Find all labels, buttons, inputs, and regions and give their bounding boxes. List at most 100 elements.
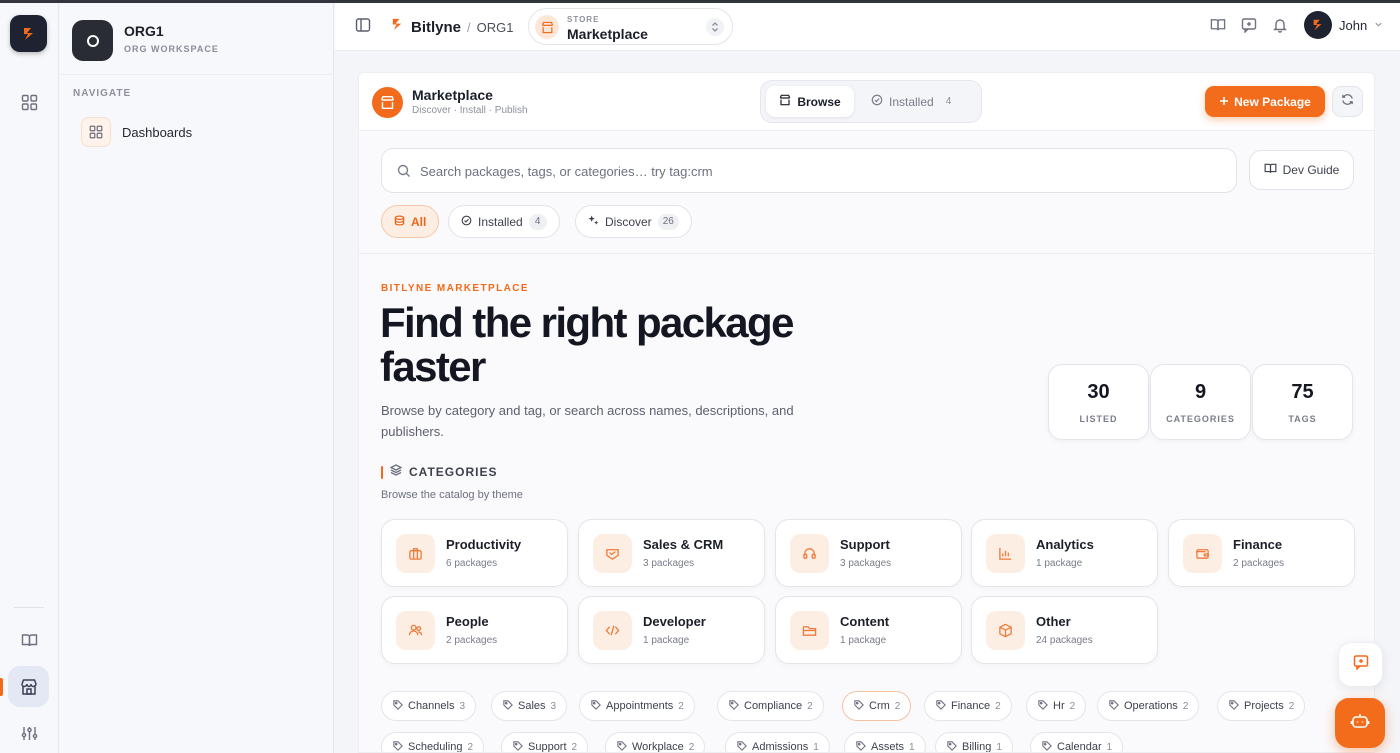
- sliders-icon[interactable]: [16, 720, 42, 746]
- book-icon[interactable]: [16, 627, 42, 653]
- tag-chip-scheduling[interactable]: Scheduling 2: [381, 732, 484, 753]
- hero-title: Find the right package faster: [380, 299, 794, 390]
- category-card-content[interactable]: Content 1 package: [775, 596, 962, 664]
- app-logo-icon[interactable]: [10, 15, 47, 52]
- store-label: STORE: [567, 15, 600, 24]
- icon-rail: [0, 3, 59, 753]
- category-count: 24 packages: [1036, 635, 1093, 646]
- tag-name: Finance: [951, 700, 991, 712]
- sidebar-toggle-icon[interactable]: [355, 17, 371, 38]
- tag-chip-hr[interactable]: Hr 2: [1026, 691, 1087, 721]
- tag-name: Channels: [408, 700, 455, 712]
- box-icon: [986, 611, 1025, 650]
- search-icon: [397, 164, 411, 183]
- tag-chip-support[interactable]: Support 2: [501, 732, 589, 753]
- category-card-analytics[interactable]: Analytics 1 package: [971, 519, 1158, 587]
- tag-chip-workplace[interactable]: Workplace 2: [605, 732, 706, 752]
- refresh-icon: [1341, 93, 1354, 111]
- tab-installed[interactable]: Installed 4: [871, 86, 951, 117]
- check-circle-icon: [871, 94, 883, 109]
- page-title: Marketplace: [412, 87, 493, 103]
- tag-chip-admissions[interactable]: Admissions 1: [725, 732, 830, 752]
- category-card-productivity[interactable]: Productivity 6 packages: [381, 519, 568, 587]
- refresh-button[interactable]: [1332, 86, 1363, 117]
- tag-chip-finance[interactable]: Finance 2: [924, 691, 1012, 721]
- tag-chip-projects[interactable]: Projects 2: [1217, 691, 1306, 721]
- category-card-support[interactable]: Support 3 packages: [775, 519, 962, 587]
- assistant-fab-button[interactable]: [1335, 698, 1385, 748]
- dev-guide-label: Dev Guide: [1282, 163, 1340, 177]
- tag-count: 3: [550, 700, 557, 712]
- sparkle-icon: [588, 214, 599, 229]
- nav-item-label: Dashboards: [122, 124, 193, 140]
- user-name: John: [1339, 17, 1368, 33]
- briefcase-icon: [396, 534, 435, 573]
- dev-guide-button[interactable]: Dev Guide: [1249, 150, 1354, 190]
- feedback-fab-button[interactable]: [1338, 642, 1383, 687]
- filter-chip-discover[interactable]: Discover 26: [575, 205, 692, 238]
- filter-chip-label: Installed: [478, 214, 523, 229]
- tag-icon: [1038, 699, 1048, 713]
- tag-name: Appointments: [606, 700, 674, 712]
- category-name: Developer: [643, 614, 706, 629]
- stat-label: TAGS: [1288, 414, 1317, 424]
- tag-count: 2: [894, 700, 901, 712]
- tag-chip-assets[interactable]: Assets 1: [844, 732, 926, 753]
- store-icon: [372, 87, 403, 118]
- new-package-label: New Package: [1234, 94, 1311, 109]
- category-card-developer[interactable]: Developer 1 package: [578, 596, 765, 664]
- tag-icon: [513, 740, 523, 753]
- headset-icon: [790, 534, 829, 573]
- tab-browse[interactable]: Browse: [766, 86, 854, 117]
- store-icon[interactable]: [8, 666, 49, 707]
- tag-count: 3: [459, 700, 466, 712]
- filter-chip-all[interactable]: All: [381, 205, 440, 238]
- users-icon: [396, 611, 435, 650]
- search-input[interactable]: [420, 159, 1220, 183]
- book-icon: [1264, 162, 1277, 178]
- stat-value: 75: [1291, 381, 1314, 403]
- store-selector[interactable]: STORE Marketplace: [528, 8, 733, 45]
- filter-chip-installed[interactable]: Installed 4: [448, 205, 560, 238]
- category-card-people[interactable]: People 2 packages: [381, 596, 568, 664]
- tag-chip-appointments[interactable]: Appointments 2: [579, 691, 695, 721]
- categories-header: CATEGORIES: [381, 463, 497, 481]
- filter-count-badge: 26: [657, 213, 679, 230]
- category-card-sales-crm[interactable]: Sales & CRM 3 packages: [578, 519, 765, 587]
- tag-chip-channels[interactable]: Channels 3: [381, 691, 477, 721]
- feedback-icon[interactable]: [1241, 17, 1257, 38]
- category-name: Productivity: [446, 537, 522, 552]
- wallet-icon: [1183, 534, 1222, 573]
- tag-icon: [856, 740, 866, 753]
- breadcrumb-org[interactable]: ORG1: [477, 20, 514, 35]
- org-avatar[interactable]: [72, 20, 113, 61]
- tag-name: Billing: [962, 741, 992, 753]
- category-card-other[interactable]: Other 24 packages: [971, 596, 1158, 664]
- tag-chip-crm[interactable]: Crm 2: [842, 691, 912, 721]
- tag-name: Scheduling: [408, 741, 463, 753]
- tag-icon: [729, 699, 739, 713]
- tag-chip-compliance[interactable]: Compliance 2: [717, 691, 824, 721]
- breadcrumb: Bitlyne / ORG1: [390, 17, 513, 37]
- docs-book-icon[interactable]: [1210, 17, 1226, 38]
- category-name: Analytics: [1036, 537, 1094, 552]
- grid-icon[interactable]: [16, 89, 42, 115]
- category-card-finance[interactable]: Finance 2 packages: [1168, 519, 1355, 587]
- tag-chip-operations[interactable]: Operations 2: [1097, 691, 1200, 721]
- tab-label: Installed: [889, 94, 934, 109]
- nav-section-label: NAVIGATE: [73, 88, 132, 99]
- user-menu[interactable]: John: [1304, 11, 1383, 39]
- category-name: Finance: [1233, 537, 1283, 552]
- bell-icon[interactable]: [1272, 17, 1288, 38]
- category-name: Support: [840, 537, 890, 552]
- category-count: 1 package: [1036, 558, 1083, 569]
- category-count: 2 packages: [446, 635, 498, 646]
- brand-name[interactable]: Bitlyne: [411, 19, 461, 36]
- nav-item-dashboards[interactable]: Dashboards: [81, 117, 192, 147]
- new-package-button[interactable]: New Package: [1205, 86, 1325, 117]
- tag-chip-calendar[interactable]: Calendar 1: [1030, 732, 1124, 752]
- tag-chip-sales[interactable]: Sales 3: [491, 691, 568, 721]
- stat-label: CATEGORIES: [1166, 414, 1235, 424]
- tag-chip-billing[interactable]: Billing 1: [935, 732, 1013, 753]
- tag-icon: [393, 740, 403, 753]
